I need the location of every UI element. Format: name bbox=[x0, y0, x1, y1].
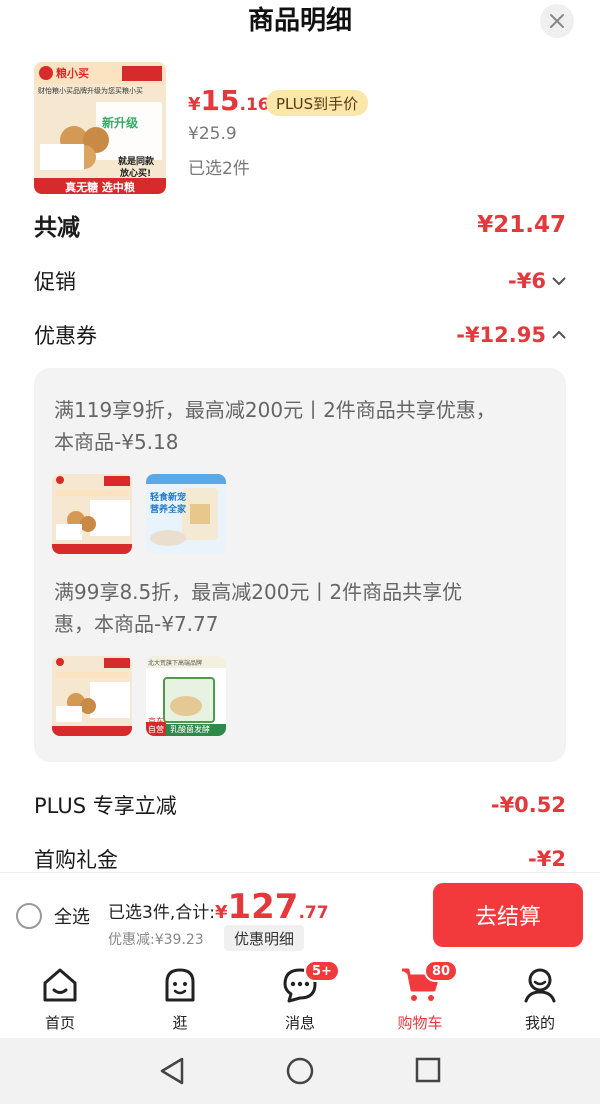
price-currency: ¥ bbox=[188, 94, 201, 115]
coupon-detail-box: 满119享9折，最高减200元丨2件商品共享优惠， 本商品-¥5.18 轻食新宠… bbox=[34, 368, 566, 762]
coupon-value-wrap: -¥12.95 bbox=[456, 323, 566, 347]
tab-home-label: 首页 bbox=[44, 1014, 75, 1032]
total-currency: ¥ bbox=[214, 902, 228, 923]
plus-discount-value: -¥0.52 bbox=[490, 793, 566, 817]
price-decimal: .16 bbox=[239, 95, 270, 115]
tab-cart-label: 购物车 bbox=[397, 1014, 443, 1032]
first-purchase-value: -¥2 bbox=[528, 847, 566, 871]
coupon-row[interactable]: 优惠券 -¥12.95 bbox=[34, 320, 566, 350]
chevron-up-icon bbox=[552, 330, 566, 339]
first-purchase-label: 首购礼金 bbox=[34, 848, 118, 872]
tab-browse[interactable]: 逛 bbox=[140, 964, 220, 1033]
coupon-1-product-a[interactable] bbox=[52, 474, 132, 554]
discount-summary: 优惠减:¥39.23 bbox=[108, 932, 204, 948]
close-button[interactable] bbox=[540, 4, 574, 38]
plus-discount-label: PLUS 专享立减 bbox=[34, 794, 177, 818]
promo-value-wrap: -¥6 bbox=[508, 269, 566, 293]
coupon-1-product-b-line2: 营养全家 bbox=[150, 505, 187, 515]
coupon-2-text: 满99享8.5折，最高减200元丨2件商品共享优 惠，本商品-¥7.77 bbox=[54, 576, 534, 640]
total-discount-value: ¥21.47 bbox=[477, 212, 566, 238]
tab-home[interactable]: 首页 bbox=[20, 964, 100, 1033]
coupon-2-product-b-tag: 乳酸菌发酵 bbox=[170, 725, 210, 734]
promo-label: 促销 bbox=[34, 270, 76, 294]
thumb-line: 财怡粮小买品牌升级为您买粮小买 bbox=[38, 87, 143, 95]
profile-icon bbox=[524, 968, 556, 1003]
system-nav-bar bbox=[0, 1038, 600, 1104]
coupon-2-product-a[interactable] bbox=[52, 656, 132, 736]
coupon-2-product-b-self: 自营 bbox=[148, 725, 164, 734]
back-triangle-icon bbox=[160, 1057, 184, 1085]
page-title: 商品明细 bbox=[247, 6, 352, 36]
plus-price-badge: PLUS到手价 bbox=[266, 90, 369, 116]
coupon-1-product-b[interactable]: 轻食新宠 营养全家 bbox=[146, 474, 226, 554]
tab-browse-label: 逛 bbox=[172, 1014, 188, 1032]
tab-messages-label: 消息 bbox=[284, 1014, 315, 1032]
select-all-label[interactable]: 全选 bbox=[54, 903, 90, 929]
product-price: ¥ 15 .16 bbox=[188, 84, 270, 117]
coupon-2-line2: 惠，本商品-¥7.77 bbox=[54, 612, 219, 636]
nav-home-button[interactable] bbox=[285, 1056, 315, 1090]
coupon-1-text: 满119享9折，最高减200元丨2件商品共享优惠， 本商品-¥5.18 bbox=[54, 394, 534, 458]
close-icon bbox=[550, 14, 564, 28]
bottom-tab-bar: 首页 逛 消息 5+ 购物车 80 我的 bbox=[0, 958, 600, 1038]
total-discount-label: 共减 bbox=[34, 215, 80, 241]
recents-square-icon bbox=[415, 1057, 441, 1083]
coupon-2-line1: 满99享8.5折，最高减200元丨2件商品共享优 bbox=[54, 580, 463, 604]
detail-panel: 商品明细 粮小买 财怡粮小买品牌升级为您买粮小买 新升级 就是同款 放心买! 真… bbox=[0, 0, 600, 872]
first-purchase-row: 首购礼金 -¥2 bbox=[34, 844, 566, 874]
coupon-2-product-b[interactable]: 北大荒旗下高端品牌 京东 自营 乳酸菌发酵 bbox=[146, 656, 226, 736]
selected-count: 已选2件 bbox=[188, 159, 250, 179]
order-total: 已选3件,合计: ¥ 127 .77 bbox=[108, 887, 329, 927]
coupon-2-product-b-top: 北大荒旗下高端品牌 bbox=[148, 660, 203, 667]
cart-badge: 80 bbox=[424, 960, 459, 982]
thumb-assure: 放心买! bbox=[120, 169, 152, 179]
summary-text: 已选3件,合计: bbox=[108, 903, 215, 923]
coupon-value: -¥12.95 bbox=[456, 323, 546, 347]
browse-icon bbox=[165, 968, 195, 1002]
nav-recents-button[interactable] bbox=[414, 1056, 442, 1088]
total-decimal: .77 bbox=[298, 903, 329, 923]
tab-profile[interactable]: 我的 bbox=[500, 964, 580, 1033]
home-icon bbox=[43, 968, 77, 1002]
promo-row[interactable]: 促销 -¥6 bbox=[34, 266, 566, 296]
nav-back-button[interactable] bbox=[158, 1056, 186, 1090]
total-integer: 127 bbox=[227, 887, 299, 927]
product-thumbnail[interactable]: 粮小买 财怡粮小买品牌升级为您买粮小买 新升级 就是同款 放心买! 真无糖 选中… bbox=[34, 62, 166, 194]
promo-value: -¥6 bbox=[508, 269, 546, 293]
select-all-checkbox[interactable] bbox=[16, 903, 42, 929]
coupon-1-line1: 满119享9折，最高减200元丨2件商品共享优惠， bbox=[54, 398, 496, 422]
plus-discount-row: PLUS 专享立减 -¥0.52 bbox=[34, 790, 566, 820]
original-price: ¥25.9 bbox=[188, 124, 237, 144]
coupon-1-line2: 本商品-¥5.18 bbox=[54, 430, 179, 454]
messages-badge: 5+ bbox=[304, 960, 340, 982]
price-integer: 15 bbox=[200, 84, 240, 117]
coupon-label: 优惠券 bbox=[34, 324, 97, 348]
checkout-bar: 全选 已选3件,合计: ¥ 127 .77 优惠减:¥39.23 优惠明细 去结… bbox=[0, 872, 600, 958]
thumb-brand: 粮小买 bbox=[56, 67, 89, 80]
total-discount-row: 共减 ¥21.47 bbox=[34, 208, 566, 242]
thumb-new: 新升级 bbox=[102, 116, 139, 130]
home-circle-icon bbox=[286, 1057, 314, 1085]
tab-profile-label: 我的 bbox=[524, 1014, 555, 1032]
thumb-footer: 真无糖 选中粮 bbox=[65, 181, 135, 194]
discount-detail-button[interactable]: 优惠明细 bbox=[224, 925, 305, 951]
checkout-button[interactable]: 去结算 bbox=[433, 883, 583, 947]
chevron-down-icon bbox=[552, 277, 566, 286]
